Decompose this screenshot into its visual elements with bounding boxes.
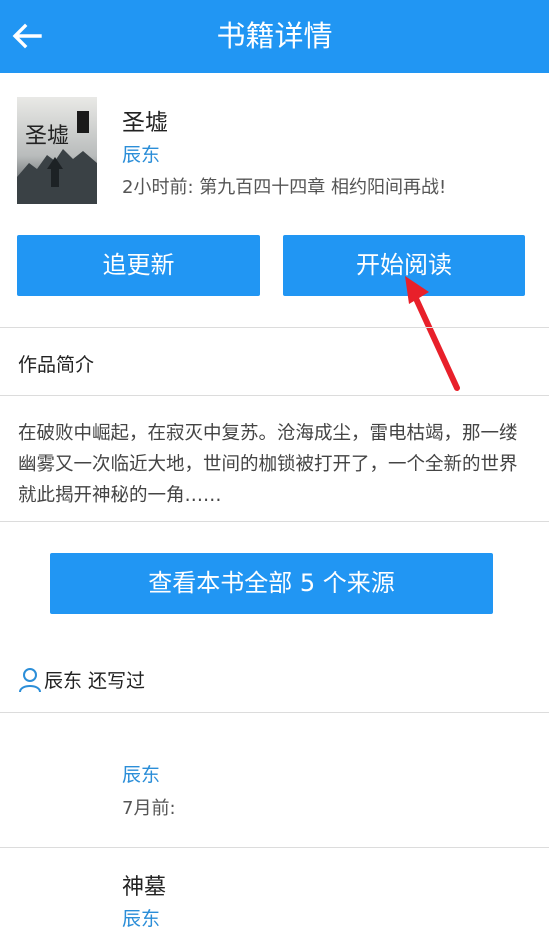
divider xyxy=(0,327,549,328)
follow-updates-button[interactable]: 追更新 xyxy=(17,235,260,296)
author-also-heading: 辰东 还写过 xyxy=(44,670,146,692)
view-sources-button[interactable]: 查看本书全部 5 个来源 xyxy=(50,553,493,614)
page-title: 书籍详情 xyxy=(216,19,333,53)
intro-heading: 作品简介 xyxy=(18,354,95,376)
related-book-author[interactable]: 辰东 xyxy=(122,904,160,928)
divider xyxy=(0,847,549,848)
divider xyxy=(0,395,549,396)
intro-text[interactable]: 在破败中崛起，在寂灭中复苏。沧海成尘，雷电枯竭，那一缕幽雾又一次临近大地，世间的… xyxy=(18,418,533,511)
annotation-arrow-icon xyxy=(405,276,460,391)
latest-chapter[interactable]: 2小时前: 第九百四十四章 相约阳间再战! xyxy=(122,173,446,199)
related-book-author[interactable]: 辰东 xyxy=(122,760,160,787)
app-bar: 书籍详情 xyxy=(0,0,549,73)
book-cover[interactable]: 圣墟 xyxy=(17,97,97,204)
related-book-time: 7月前: xyxy=(122,798,176,819)
divider xyxy=(0,712,549,713)
book-author-link[interactable]: 辰东 xyxy=(122,140,160,167)
author-also-wrote: 辰东 还写过 xyxy=(18,666,145,693)
related-book-title[interactable]: 神墓 xyxy=(122,869,166,901)
cover-title: 圣墟 xyxy=(25,124,69,149)
cover-art: 圣墟 xyxy=(17,97,97,204)
book-title: 圣墟 xyxy=(122,110,168,136)
person-icon xyxy=(19,667,41,692)
divider xyxy=(0,521,549,522)
